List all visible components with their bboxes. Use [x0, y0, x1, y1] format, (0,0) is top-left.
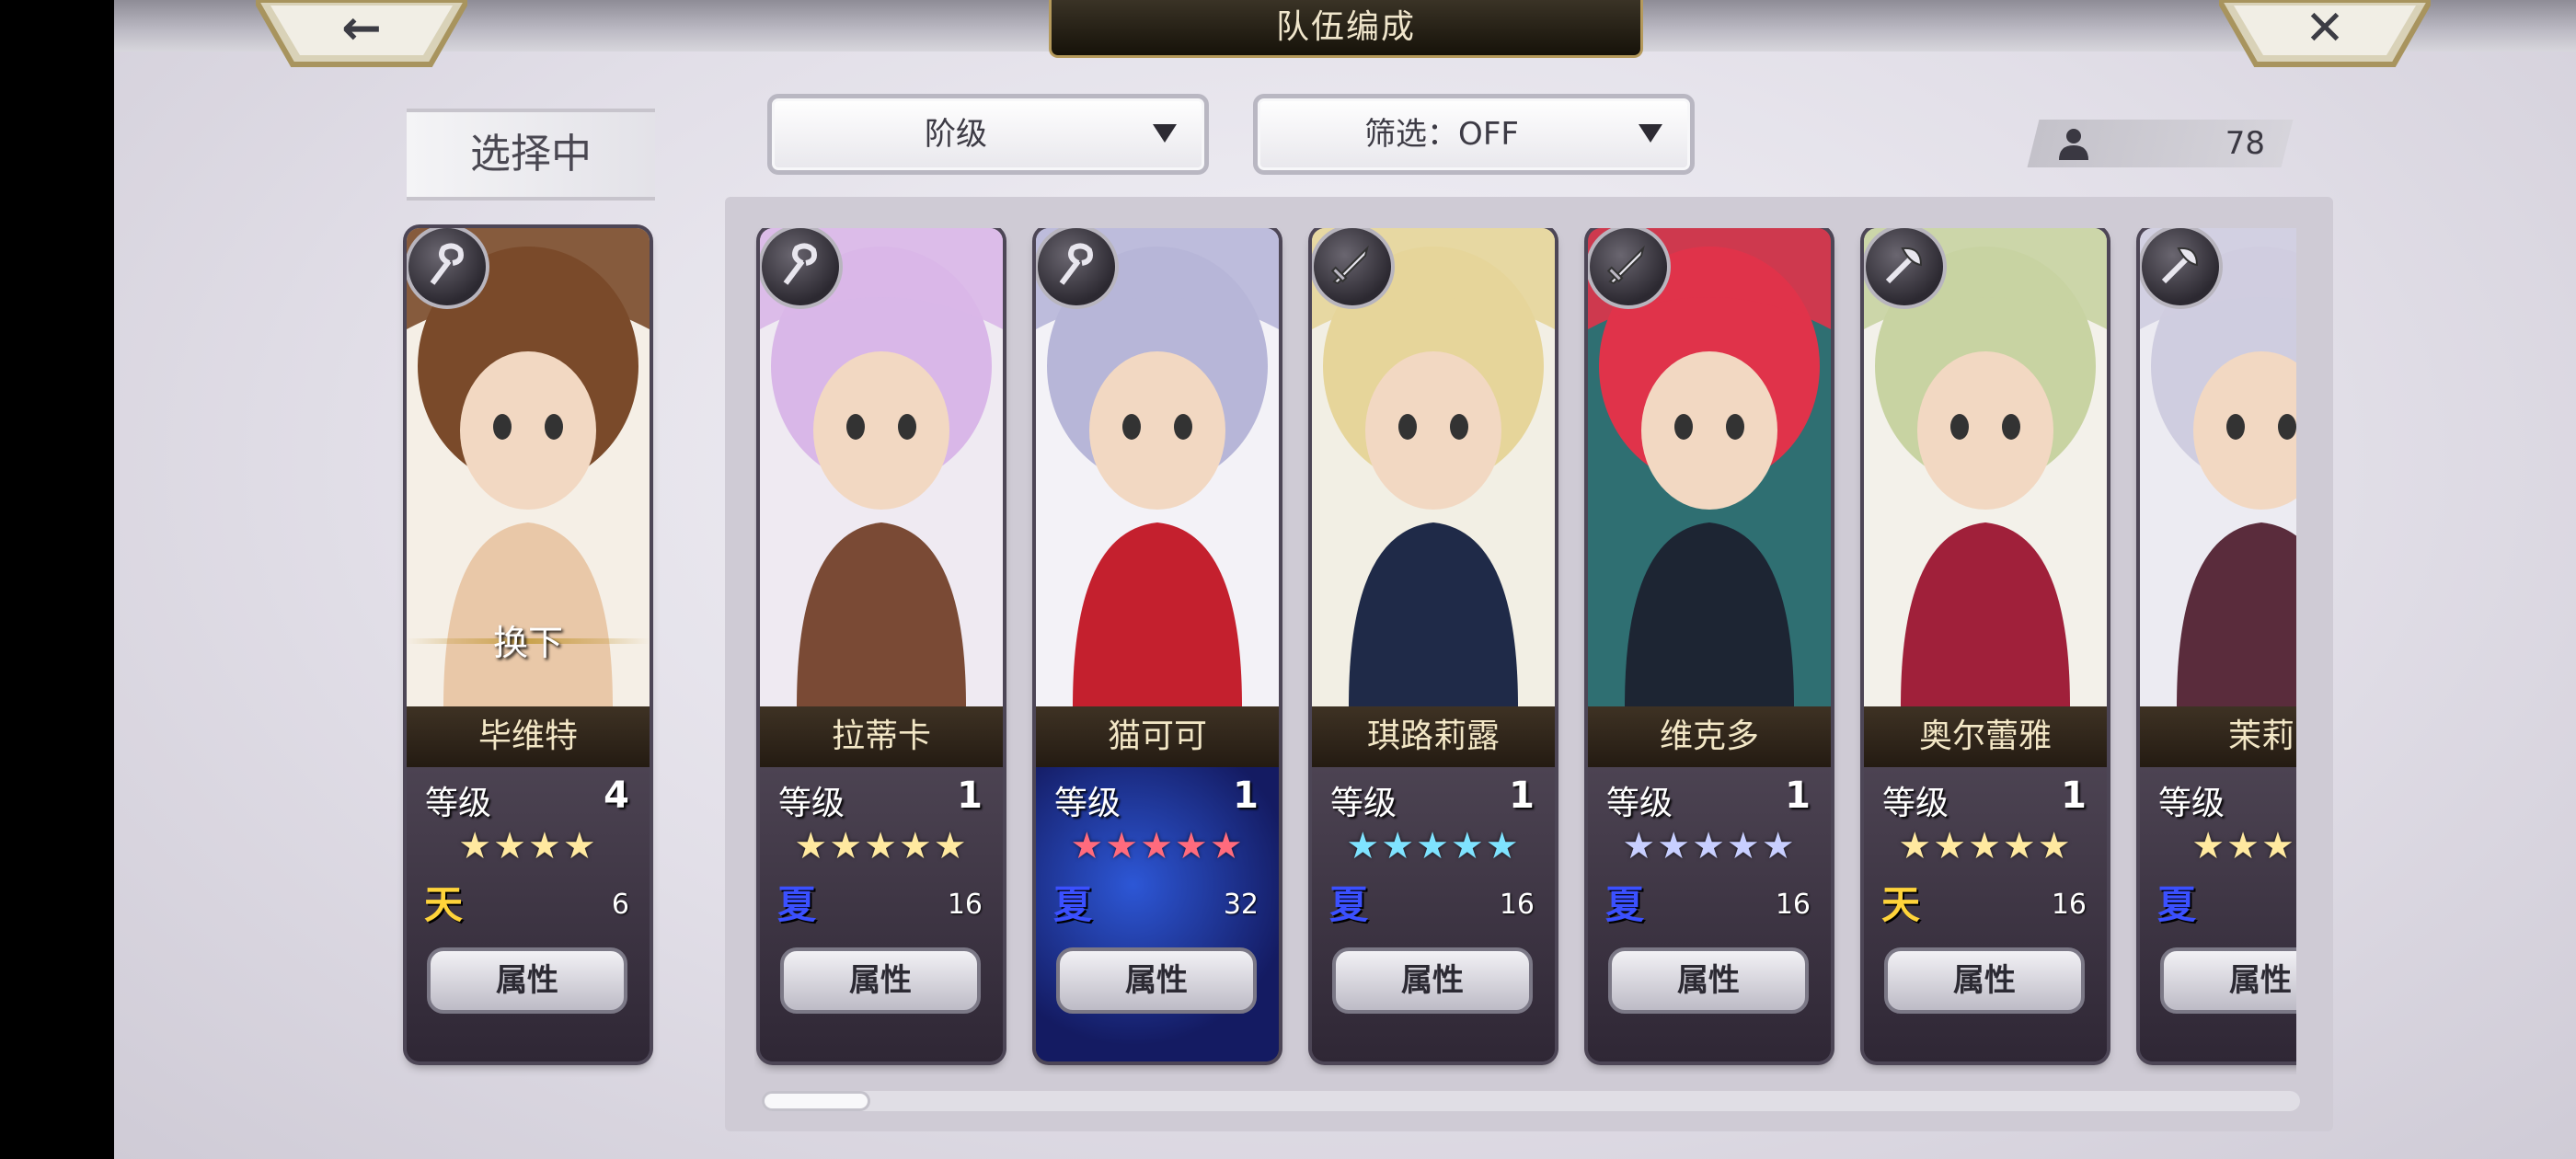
left-arrow-icon: ←	[341, 1, 382, 56]
level-label: 等级	[1606, 785, 1673, 822]
sort-dropdown[interactable]: 阶级	[767, 94, 1209, 175]
unit-count-value: 78	[2225, 125, 2265, 162]
attribute-button[interactable]: 属性	[427, 947, 627, 1014]
character-name: 琪路莉露	[1312, 706, 1555, 767]
rarity-stars: ★★★★★	[1070, 825, 1245, 867]
attribute-button[interactable]: 属性	[1884, 947, 2085, 1014]
character-name: 毕维特	[407, 706, 650, 767]
attribute-button[interactable]: 属性	[2160, 947, 2296, 1014]
element-icon: 夏	[2156, 882, 2196, 927]
character-stats: 等级★★★★ 夏属性	[2140, 767, 2296, 1061]
close-button[interactable]: ✕	[2219, 0, 2431, 70]
character-name: 维克多	[1588, 706, 1831, 767]
roster-character-card[interactable]: 维克多等级 1 ★★★★★ 夏 16 属性	[1588, 228, 1831, 1061]
level-label: 等级	[425, 785, 492, 822]
element-icon: 天	[423, 882, 463, 927]
sort-dropdown-label: 阶级	[925, 116, 987, 153]
level-value: 1	[1509, 775, 1535, 817]
roster-character-card[interactable]: 拉蒂卡等级 1 ★★★★★ 夏 16 属性	[760, 228, 1003, 1061]
cost-value: 16	[1499, 889, 1535, 921]
character-stats: 等级 1 ★★★★★ 夏 16 属性	[1312, 767, 1555, 1061]
attribute-button[interactable]: 属性	[1056, 947, 1257, 1014]
rarity-stars: ★★★★★	[1898, 825, 2073, 867]
level-value: 1	[2061, 775, 2087, 817]
unit-count: 78	[2044, 120, 2283, 167]
level-label: 等级	[1054, 785, 1121, 822]
cost-value: 16	[1775, 889, 1811, 921]
level-label: 等级	[1330, 785, 1397, 822]
filter-dropdown-label: 筛选：OFF	[1364, 116, 1519, 153]
roster-list[interactable]: 拉蒂卡等级 1 ★★★★★ 夏 16 属性 猫可可等级 1 ★★★★★ 夏 32 属性 琪路莉露等级 1 ★…	[754, 228, 2296, 1074]
chevron-down-icon	[1639, 124, 1662, 143]
element-icon: 夏	[1052, 882, 1092, 927]
level-label: 等级	[2158, 785, 2225, 822]
character-name: 拉蒂卡	[760, 706, 1003, 767]
level-value: 1	[957, 775, 983, 817]
selected-character-card[interactable]: 换下毕维特等级 4 ★★★★ 天 6 属性	[407, 228, 650, 1061]
level-value: 4	[604, 775, 629, 817]
rarity-stars: ★★★★★	[1622, 825, 1797, 867]
rarity-stars: ★★★★★	[1346, 825, 1521, 867]
roster-character-card[interactable]: 奥尔蕾雅等级 1 ★★★★★ 天 16 属性	[1864, 228, 2107, 1061]
roster-character-card[interactable]: 琪路莉露等级 1 ★★★★★ 夏 16 属性	[1312, 228, 1555, 1061]
character-stats: 等级 1 ★★★★★ 夏 16 属性	[1588, 767, 1831, 1061]
level-label: 等级	[778, 785, 845, 822]
rarity-stars: ★★★★	[458, 825, 598, 867]
character-stats: 等级 1 ★★★★★ 夏 16 属性	[760, 767, 1003, 1061]
close-x-icon: ✕	[2305, 1, 2345, 56]
level-label: 等级	[1882, 785, 1949, 822]
chevron-down-icon	[1153, 124, 1177, 143]
element-icon: 夏	[1328, 882, 1368, 927]
character-stats: 等级 4 ★★★★ 天 6 属性	[407, 767, 650, 1061]
character-name: 奥尔蕾雅	[1864, 706, 2107, 767]
character-name: 猫可可	[1036, 706, 1279, 767]
cost-value: 32	[1223, 889, 1259, 921]
character-stats: 等级 1 ★★★★★ 夏 32 属性	[1036, 767, 1279, 1061]
attribute-button[interactable]: 属性	[1332, 947, 1533, 1014]
rarity-stars: ★★★★★	[794, 825, 969, 867]
roster-scrollbar[interactable]	[762, 1091, 2300, 1111]
level-value: 1	[1785, 775, 1811, 817]
cost-value: 6	[611, 889, 629, 921]
roster-character-card[interactable]: 猫可可等级 1 ★★★★★ 夏 32 属性	[1036, 228, 1279, 1061]
person-icon	[2059, 129, 2088, 160]
filter-dropdown[interactable]: 筛选：OFF	[1253, 94, 1695, 175]
element-icon: 夏	[1604, 882, 1644, 927]
selected-label: 选择中	[407, 109, 655, 201]
level-value: 1	[1233, 775, 1259, 817]
rarity-stars: ★★★★	[2191, 825, 2296, 867]
cost-value: 16	[947, 889, 983, 921]
attribute-button[interactable]: 属性	[1608, 947, 1809, 1014]
attribute-button[interactable]: 属性	[780, 947, 981, 1014]
swap-out-label: 换下	[492, 623, 563, 663]
roster-character-card[interactable]: 茉莉等级★★★★ 夏属性	[2140, 228, 2296, 1061]
back-button[interactable]: ←	[256, 0, 467, 70]
element-icon: 夏	[776, 882, 816, 927]
page-title: 队伍编成	[1049, 0, 1643, 58]
scrollbar-thumb[interactable]	[762, 1091, 870, 1111]
character-stats: 等级 1 ★★★★★ 天 16 属性	[1864, 767, 2107, 1061]
cost-value: 16	[2051, 889, 2087, 921]
element-icon: 天	[1880, 882, 1920, 927]
character-name: 茉莉	[2140, 706, 2296, 767]
